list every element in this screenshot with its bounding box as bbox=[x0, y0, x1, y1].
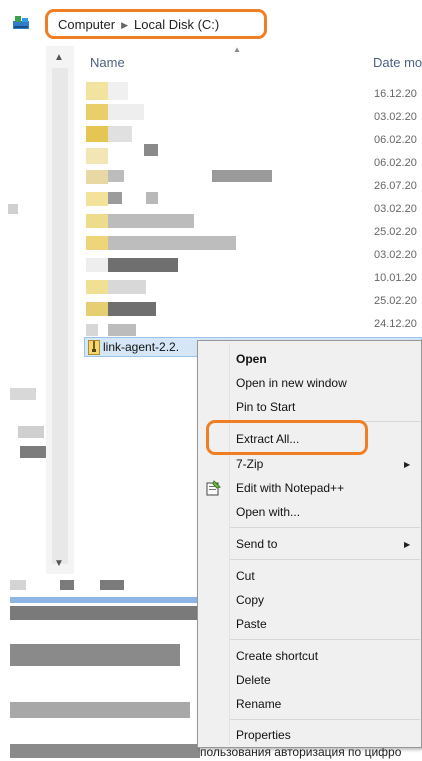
menu-separator bbox=[230, 559, 420, 560]
menu-separator bbox=[230, 719, 420, 720]
sort-ascending-icon: ▲ bbox=[233, 45, 241, 54]
row-date: 06.02.20 bbox=[374, 134, 417, 146]
menu-separator bbox=[230, 639, 420, 640]
notepad-plus-plus-icon bbox=[206, 480, 221, 496]
row-date: 10.01.20 bbox=[374, 272, 417, 284]
row-date: 25.02.20 bbox=[374, 295, 417, 307]
row-date: 03.02.20 bbox=[374, 203, 417, 215]
column-header-date[interactable]: Date mo bbox=[373, 55, 422, 70]
row-date: 16.12.20 bbox=[374, 88, 417, 100]
breadcrumb-local-disk[interactable]: Local Disk (C:) bbox=[134, 17, 219, 32]
computer-icon bbox=[13, 16, 29, 29]
breadcrumb[interactable]: Computer ▶ Local Disk (C:) bbox=[45, 9, 267, 39]
vertical-scrollbar[interactable]: ▲ ▼ bbox=[46, 46, 74, 574]
row-date: 03.02.20 bbox=[374, 111, 417, 123]
file-list-blurred bbox=[84, 80, 374, 336]
details-pane-blurred bbox=[0, 578, 200, 761]
breadcrumb-text: Computer ▶ Local Disk (C:) bbox=[58, 17, 219, 32]
menu-item-paste[interactable]: Paste bbox=[236, 617, 267, 631]
row-date: 24.12.20 bbox=[374, 318, 417, 330]
chevron-right-icon: ▶ bbox=[121, 20, 128, 30]
menu-item-copy[interactable]: Copy bbox=[236, 593, 264, 607]
selected-file-name: link-agent-2.2. bbox=[103, 340, 180, 354]
address-bar: Computer ▶ Local Disk (C:) bbox=[0, 0, 422, 46]
nav-pane-blurred bbox=[0, 46, 46, 596]
menu-item-create-shortcut[interactable]: Create shortcut bbox=[236, 649, 318, 663]
row-date: 26.07.20 bbox=[374, 180, 417, 192]
row-date: 03.02.20 bbox=[374, 249, 417, 261]
menu-item-7zip[interactable]: 7-Zip bbox=[236, 457, 263, 471]
menu-item-pin-to-start[interactable]: Pin to Start bbox=[236, 400, 295, 414]
menu-gutter bbox=[229, 343, 230, 745]
menu-item-send-to[interactable]: Send to bbox=[236, 537, 277, 551]
scroll-down-icon[interactable]: ▼ bbox=[54, 558, 64, 569]
scrollbar-thumb[interactable] bbox=[52, 68, 68, 564]
menu-item-edit-notepad[interactable]: Edit with Notepad++ bbox=[236, 481, 344, 495]
context-menu: Open Open in new window Pin to Start Ext… bbox=[197, 340, 422, 748]
extract-all-highlight bbox=[206, 420, 368, 455]
menu-item-delete[interactable]: Delete bbox=[236, 673, 271, 687]
menu-separator bbox=[230, 527, 420, 528]
menu-item-properties[interactable]: Properties bbox=[236, 728, 291, 742]
submenu-arrow-icon: ▶ bbox=[404, 460, 411, 469]
column-header-name[interactable]: Name bbox=[90, 55, 125, 70]
menu-item-open-new-window[interactable]: Open in new window bbox=[236, 376, 347, 390]
breadcrumb-computer[interactable]: Computer bbox=[58, 17, 115, 32]
row-date: 06.02.20 bbox=[374, 157, 417, 169]
zip-folder-icon bbox=[88, 340, 100, 355]
row-date: 25.02.20 bbox=[374, 226, 417, 238]
menu-item-open-with[interactable]: Open with... bbox=[236, 505, 300, 519]
menu-item-rename[interactable]: Rename bbox=[236, 697, 281, 711]
menu-item-open[interactable]: Open bbox=[236, 352, 267, 366]
submenu-arrow-icon: ▶ bbox=[404, 540, 411, 549]
menu-item-cut[interactable]: Cut bbox=[236, 569, 255, 583]
scroll-up-icon[interactable]: ▲ bbox=[54, 52, 64, 63]
